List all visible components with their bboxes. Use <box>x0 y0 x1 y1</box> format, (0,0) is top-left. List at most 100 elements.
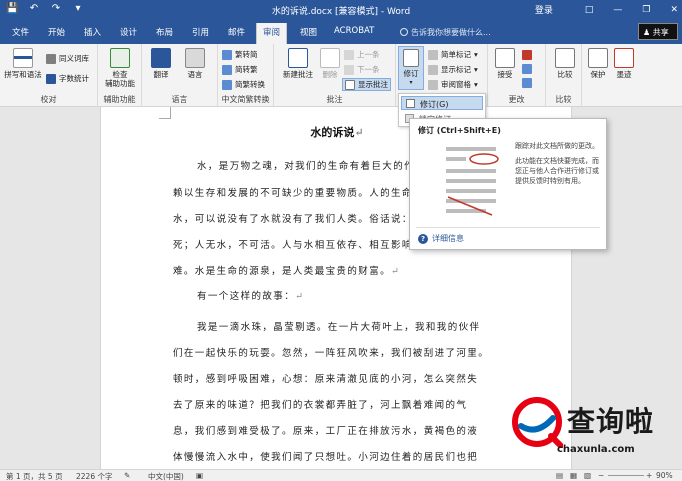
group-accessibility: 检查 辅助功能 辅助功能 <box>98 44 142 107</box>
more-info-label: 详细信息 <box>432 234 464 243</box>
reviewing-pane-button[interactable]: 审阅窗格 ▾ <box>428 79 478 90</box>
previous-comment-icon <box>344 49 354 60</box>
ink-button[interactable]: 墨迹 <box>612 48 636 79</box>
zoom-out-icon[interactable]: − <box>598 471 604 480</box>
ink-icon <box>614 48 634 68</box>
next-comment-button[interactable]: 下一条 <box>344 64 380 75</box>
group-chinese-label: 中文简繁转换 <box>221 95 270 104</box>
tab-references[interactable]: 引用 <box>190 26 211 38</box>
to-simplified-button[interactable]: 繁转简 <box>222 49 258 60</box>
convert-button[interactable]: 简繁转换 <box>222 79 265 90</box>
lightbulb-icon <box>400 28 408 36</box>
previous-change-button[interactable] <box>522 64 532 74</box>
sign-in-link[interactable]: 登录 <box>535 3 553 16</box>
markup-view-icon <box>428 49 438 60</box>
reject-button[interactable] <box>522 50 532 60</box>
document-line: 水，是万物之魂，对我们的生命有着巨大的作用 <box>197 161 426 172</box>
group-compare-label: 比较 <box>555 95 572 104</box>
proofing-status-icon[interactable]: ✎ <box>124 471 130 480</box>
new-comment-icon <box>288 48 308 68</box>
print-layout-icon[interactable]: ▦ <box>570 471 577 480</box>
share-button[interactable]: ♟ 共享 <box>638 23 678 40</box>
document-line: 有一个这样的故事：↵ <box>197 288 304 302</box>
language-button[interactable]: 语言 <box>178 48 212 79</box>
zoom-level[interactable]: 90% <box>656 471 673 480</box>
tab-mailings[interactable]: 邮件 <box>226 26 247 38</box>
track-changes-menu-item[interactable]: 修订(G) <box>401 96 483 110</box>
next-comment-label: 下一条 <box>357 65 380 74</box>
document-line: 赖以生存和发展的不可缺少的重要物质。人的生命一 <box>173 188 424 199</box>
watermark: 查询啦 chaxunla.com <box>503 392 682 469</box>
read-mode-icon[interactable]: ▤ <box>556 471 563 480</box>
help-icon: ? <box>418 233 428 244</box>
language-icon <box>185 48 205 68</box>
delete-comment-button[interactable]: 删除 <box>318 48 342 79</box>
group-compare: 比较 比较 <box>546 44 582 107</box>
show-markup-button[interactable]: 显示标记 ▾ <box>428 64 478 75</box>
web-layout-icon[interactable]: ▧ <box>584 471 591 480</box>
convert-icon <box>222 79 232 90</box>
tab-design[interactable]: 设计 <box>118 26 139 38</box>
paragraph-mark-icon: ↵ <box>354 126 364 139</box>
macro-record-icon[interactable]: ▣ <box>196 471 203 480</box>
check-accessibility-button[interactable]: 检查 辅助功能 <box>100 48 140 88</box>
new-comment-button[interactable]: 新建批注 <box>278 48 318 79</box>
translate-button[interactable]: 翻译 <box>144 48 178 79</box>
track-changes-dropdown-icon: ▾ <box>409 79 413 86</box>
document-line: 我是一滴水珠，晶莹剔透。在一片大荷叶上，我和我的伙伴 <box>197 322 481 333</box>
tab-insert[interactable]: 插入 <box>82 26 103 38</box>
title-bar: 💾 ↶ ↷ ▾ 水的诉说.docx [兼容模式] - Word 登录 □ — ❐… <box>0 0 682 20</box>
chevron-down-icon: ▾ <box>474 50 478 59</box>
zoom-slider[interactable] <box>608 475 644 476</box>
reject-icon <box>522 50 532 60</box>
track-changes-menu-label: 修订(G) <box>420 100 449 109</box>
track-changes-small-icon <box>406 99 415 108</box>
spelling-grammar-button[interactable]: 拼写和语法 <box>2 48 44 79</box>
tab-acrobat[interactable]: ACROBAT <box>332 26 376 36</box>
protect-button[interactable]: 保护 <box>586 48 610 79</box>
show-comments-label: 显示批注 <box>358 80 388 89</box>
tooltip-desc-2: 此功能在文档快要完成，而您正与他人合作进行修订或提供反馈时特别有用。 <box>515 157 599 185</box>
check-accessibility-label: 检查 辅助功能 <box>105 70 135 88</box>
document-line: 水，可以说没有了水就没有了我们人类。俗话说：人 <box>173 214 424 225</box>
restore-icon[interactable]: ❐ <box>642 5 650 15</box>
word-count-button[interactable]: 字数统计 <box>46 73 89 84</box>
next-change-button[interactable] <box>522 78 532 88</box>
spelling-label: 拼写和语法 <box>4 70 42 79</box>
tab-review[interactable]: 审阅 <box>256 23 288 44</box>
minimize-icon[interactable]: — <box>613 5 622 15</box>
language-status[interactable]: 中文(中国) <box>148 471 184 481</box>
thesaurus-button[interactable]: 同义词库 <box>46 53 89 64</box>
tooltip-more-info-link[interactable]: ? 详细信息 <box>418 233 464 244</box>
tab-file[interactable]: 文件 <box>10 26 31 38</box>
ribbon-display-options-icon[interactable]: □ <box>585 5 594 15</box>
tab-view[interactable]: 视图 <box>298 26 319 38</box>
tab-home[interactable]: 开始 <box>46 26 67 38</box>
reviewing-pane-icon <box>428 79 438 90</box>
spelling-icon <box>13 48 33 68</box>
word-count-status[interactable]: 2226 个字 <box>76 471 112 481</box>
to-traditional-button[interactable]: 简转繁 <box>222 64 258 75</box>
track-changes-tooltip: 修订 (Ctrl+Shift+E) 跟踪对此文档所做的更改。 此功能在文档快要完… <box>409 118 607 250</box>
accept-button[interactable]: 接受 <box>492 48 518 79</box>
next-change-icon <box>522 78 532 88</box>
track-changes-icon <box>403 49 419 67</box>
language-label: 语言 <box>187 70 203 79</box>
document-line: 顿时，感到呼吸困难，心想：原来清澈见底的小河，怎么突然失 <box>173 374 479 385</box>
zoom-in-icon[interactable]: + <box>646 471 652 480</box>
margin-corner-mark <box>159 107 171 119</box>
show-comments-button[interactable]: 显示批注 <box>342 78 391 91</box>
word-count-label: 字数统计 <box>59 74 89 83</box>
page-count[interactable]: 第 1 页，共 5 页 <box>6 471 63 481</box>
previous-comment-button[interactable]: 上一条 <box>344 49 380 60</box>
group-language: 翻译 语言 语言 <box>142 44 218 107</box>
tell-me-box[interactable]: 告诉我你想要做什么... <box>400 27 491 38</box>
ink-label: 墨迹 <box>616 70 632 79</box>
close-icon[interactable]: ✕ <box>670 5 678 15</box>
to-traditional-icon <box>222 64 232 75</box>
paragraph-mark-icon: ↵ <box>391 266 401 277</box>
tab-layout[interactable]: 布局 <box>154 26 175 38</box>
track-changes-button[interactable]: 修订 ▾ <box>398 46 424 90</box>
compare-button[interactable]: 比较 <box>552 48 578 79</box>
markup-view-select[interactable]: 简单标记 ▾ <box>428 49 478 60</box>
